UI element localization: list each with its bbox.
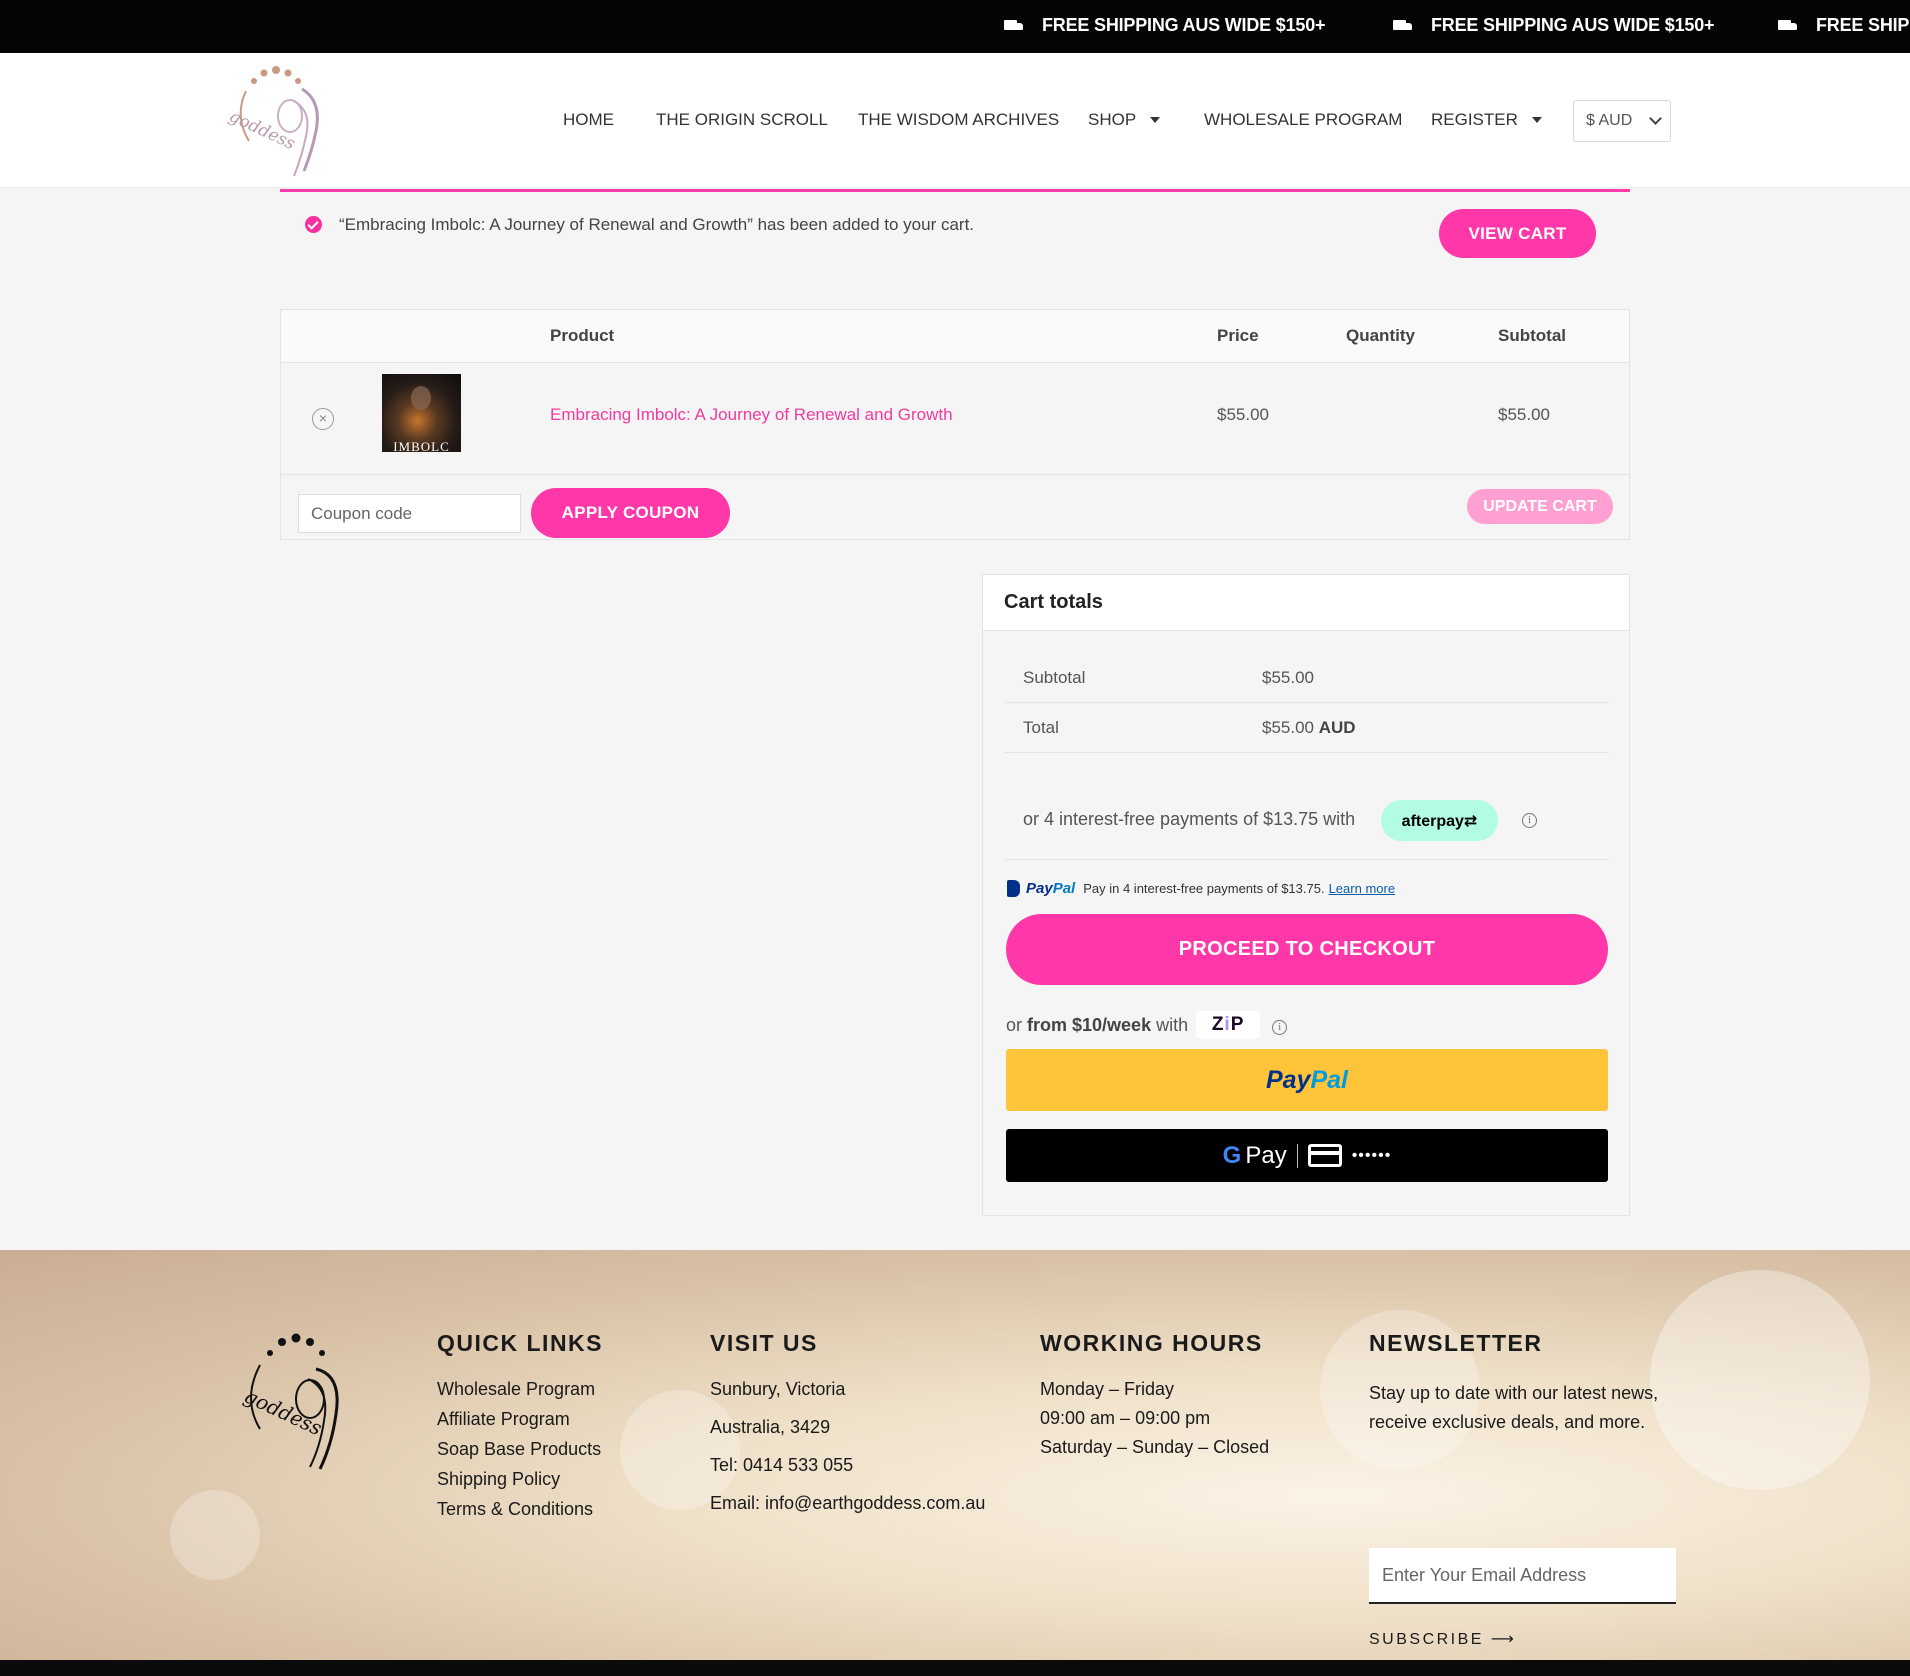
item-price: $55.00 — [1217, 405, 1269, 424]
footer-link-soap-base[interactable]: Soap Base Products — [437, 1439, 603, 1460]
learn-more-link[interactable]: Learn more — [1329, 881, 1395, 896]
newsletter-text: Stay up to date with our latest news, re… — [1369, 1383, 1659, 1432]
site-header: goddess HOME THE ORIGIN SCROLL THE WISDO… — [0, 53, 1910, 188]
truck-icon — [1778, 19, 1798, 32]
svg-text:goddess: goddess — [226, 106, 298, 154]
currency-select[interactable]: $ AUD — [1573, 100, 1671, 142]
check-circle-icon — [305, 216, 322, 233]
header-quantity: Quantity — [1346, 326, 1415, 345]
card-icon — [1307, 1144, 1342, 1167]
item-subtotal: $55.00 — [1498, 405, 1550, 424]
table-header: Product Price Quantity Subtotal — [281, 310, 1629, 363]
address-line: Sunbury, Victoria — [710, 1379, 846, 1399]
paypal-icon — [1007, 880, 1020, 897]
footer-bottom-bar — [0, 1660, 1910, 1676]
header-price: Price — [1217, 326, 1259, 345]
nav-wholesale-program[interactable]: WHOLESALE PROGRAM — [1204, 110, 1402, 130]
paypal-paylater-message: PayPal Pay in 4 interest-free payments o… — [1007, 880, 1395, 897]
quick-links-title: QUICK LINKS — [437, 1330, 603, 1356]
newsletter-column: NEWSLETTER Stay up to date with our late… — [1369, 1330, 1689, 1648]
subscribe-button[interactable]: SUBSCRIBE ⟶ — [1369, 1629, 1516, 1649]
shipping-message: FREE SHIPPING AUS WIDE $150+ — [1004, 15, 1326, 36]
coupon-input[interactable] — [298, 494, 521, 533]
caret-down-icon — [1150, 117, 1161, 123]
afterpay-message: or 4 interest-free payments of $13.75 wi… — [1005, 780, 1609, 860]
phone[interactable]: Tel: 0414 533 055 — [710, 1455, 985, 1476]
nav-origin-scroll[interactable]: THE ORIGIN SCROLL — [656, 110, 828, 130]
email[interactable]: Email: info@earthgoddess.com.au — [710, 1493, 985, 1514]
cart-totals: Cart totals Subtotal $55.00 Total $55.00… — [982, 574, 1630, 1216]
product-link[interactable]: Embracing Imbolc: A Journey of Renewal a… — [550, 405, 953, 425]
newsletter-title: NEWSLETTER — [1369, 1330, 1543, 1356]
notice-text: “Embracing Imbolc: A Journey of Renewal … — [339, 215, 975, 234]
subtotal-row: Subtotal $55.00 — [1005, 653, 1609, 703]
visit-us-title: VISIT US — [710, 1330, 818, 1356]
paypal-button[interactable]: Pay Pal — [1006, 1049, 1608, 1111]
table-row: × IMBOLC Embracing Imbolc: A Journey of … — [281, 363, 1629, 475]
earth-goddess-logo[interactable]: goddess — [224, 61, 330, 183]
shipping-message: FREE SHIPPI — [1778, 15, 1910, 36]
address-line: Australia, 3429 — [710, 1417, 831, 1437]
footer-link-affiliate[interactable]: Affiliate Program — [437, 1409, 603, 1430]
shipping-banner: FREE SHIPPING AUS WIDE $150+ FREE SHIPPI… — [0, 0, 1910, 53]
product-thumbnail[interactable]: IMBOLC — [382, 374, 461, 452]
working-hours-title: WORKING HOURS — [1040, 1330, 1263, 1356]
cart-totals-title: Cart totals — [1004, 591, 1103, 613]
truck-icon — [1004, 19, 1024, 32]
newsletter-email-input[interactable] — [1369, 1548, 1676, 1604]
afterpay-logo[interactable]: afterpay⇄ — [1381, 800, 1498, 841]
visit-us-column: VISIT US Sunbury, Victoria Australia, 34… — [710, 1330, 985, 1531]
proceed-to-checkout-button[interactable]: PROCEED TO CHECKOUT — [1006, 914, 1608, 985]
site-footer: goddess QUICK LINKS Wholesale Program Af… — [0, 1250, 1910, 1660]
paypal-logo: PayPal — [1026, 880, 1076, 897]
remove-item-icon[interactable]: × — [312, 408, 334, 430]
truck-icon — [1393, 19, 1413, 32]
cart-notice: “Embracing Imbolc: A Journey of Renewal … — [280, 189, 1630, 275]
header-subtotal: Subtotal — [1498, 326, 1566, 345]
zip-logo[interactable]: ZiP — [1196, 1011, 1261, 1039]
chevron-down-icon — [1649, 112, 1662, 125]
cart-table: Product Price Quantity Subtotal × IMBOLC… — [280, 309, 1630, 540]
nav-home[interactable]: HOME — [563, 110, 614, 130]
update-cart-button[interactable]: UPDATE CART — [1467, 489, 1613, 524]
header-product: Product — [550, 326, 615, 345]
caret-down-icon — [1531, 117, 1542, 123]
nav-shop[interactable]: SHOP — [1088, 110, 1161, 130]
info-icon[interactable]: i — [1272, 1019, 1288, 1035]
earth-goddess-footer-logo[interactable]: goddess — [236, 1329, 358, 1477]
google-pay-button[interactable]: G Pay •••••• — [1006, 1129, 1608, 1182]
footer-link-wholesale[interactable]: Wholesale Program — [437, 1379, 603, 1400]
footer-link-terms[interactable]: Terms & Conditions — [437, 1499, 603, 1520]
shipping-message: FREE SHIPPING AUS WIDE $150+ — [1393, 15, 1715, 36]
nav-wisdom-archives[interactable]: THE WISDOM ARCHIVES — [858, 110, 1059, 130]
footer-link-shipping[interactable]: Shipping Policy — [437, 1469, 603, 1490]
info-icon[interactable]: i — [1522, 813, 1537, 828]
working-hours-column: WORKING HOURS Monday – Friday 09:00 am –… — [1040, 1330, 1270, 1457]
zip-message: or from $10/week with ZiP i — [1006, 1011, 1288, 1039]
google-g-icon: G — [1222, 1141, 1242, 1169]
cart-actions: APPLY COUPON UPDATE CART — [281, 476, 1629, 541]
view-cart-button[interactable]: VIEW CART — [1439, 209, 1596, 258]
nav-register[interactable]: REGISTER — [1431, 110, 1542, 130]
total-row: Total $55.00 AUD — [1005, 703, 1609, 753]
quick-links-column: QUICK LINKS Wholesale Program Affiliate … — [437, 1330, 603, 1529]
apply-coupon-button[interactable]: APPLY COUPON — [531, 488, 730, 538]
